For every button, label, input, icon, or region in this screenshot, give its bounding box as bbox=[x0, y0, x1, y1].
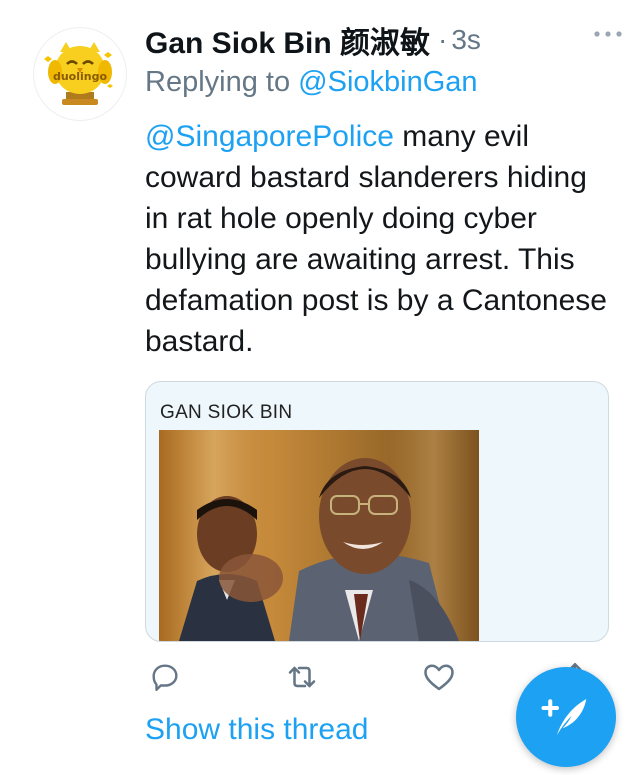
tweet-body: many evil coward bastard slanderers hidi… bbox=[145, 120, 607, 358]
tweet-screen: duolingo Gan Siok Bin 颜淑敏 · 3s Replying … bbox=[0, 0, 640, 775]
replying-to-line: Replying to @SiokbinGan bbox=[145, 66, 478, 99]
gif-image[interactable] bbox=[159, 430, 479, 641]
display-name[interactable]: Gan Siok Bin 颜淑敏 bbox=[145, 18, 430, 62]
retweet-icon[interactable] bbox=[282, 657, 322, 697]
avatar-logo-text: duolingo bbox=[52, 70, 108, 83]
mention-link[interactable]: @SingaporePolice bbox=[145, 120, 394, 153]
compose-tweet-button[interactable] bbox=[516, 667, 616, 767]
show-thread-link[interactable]: Show this thread bbox=[145, 713, 368, 747]
avatar[interactable]: duolingo bbox=[33, 27, 127, 121]
reply-icon[interactable] bbox=[145, 657, 185, 697]
compose-tweet-icon bbox=[541, 699, 587, 735]
more-dots-icon[interactable] bbox=[590, 22, 626, 46]
reply-handle-link[interactable]: @SiokbinGan bbox=[298, 66, 477, 98]
tweet-header: Gan Siok Bin 颜淑敏 · 3s bbox=[145, 18, 620, 62]
media-caption: GAN SIOK BIN bbox=[160, 402, 293, 423]
replying-to-label: Replying to bbox=[145, 66, 299, 98]
separator-dot: · bbox=[438, 24, 448, 55]
timestamp[interactable]: 3s bbox=[451, 24, 481, 56]
media-card[interactable]: GAN SIOK BIN bbox=[145, 381, 609, 642]
tweet-text: @SingaporePolice many evil coward bastar… bbox=[145, 116, 615, 362]
heart-icon[interactable] bbox=[419, 657, 459, 697]
